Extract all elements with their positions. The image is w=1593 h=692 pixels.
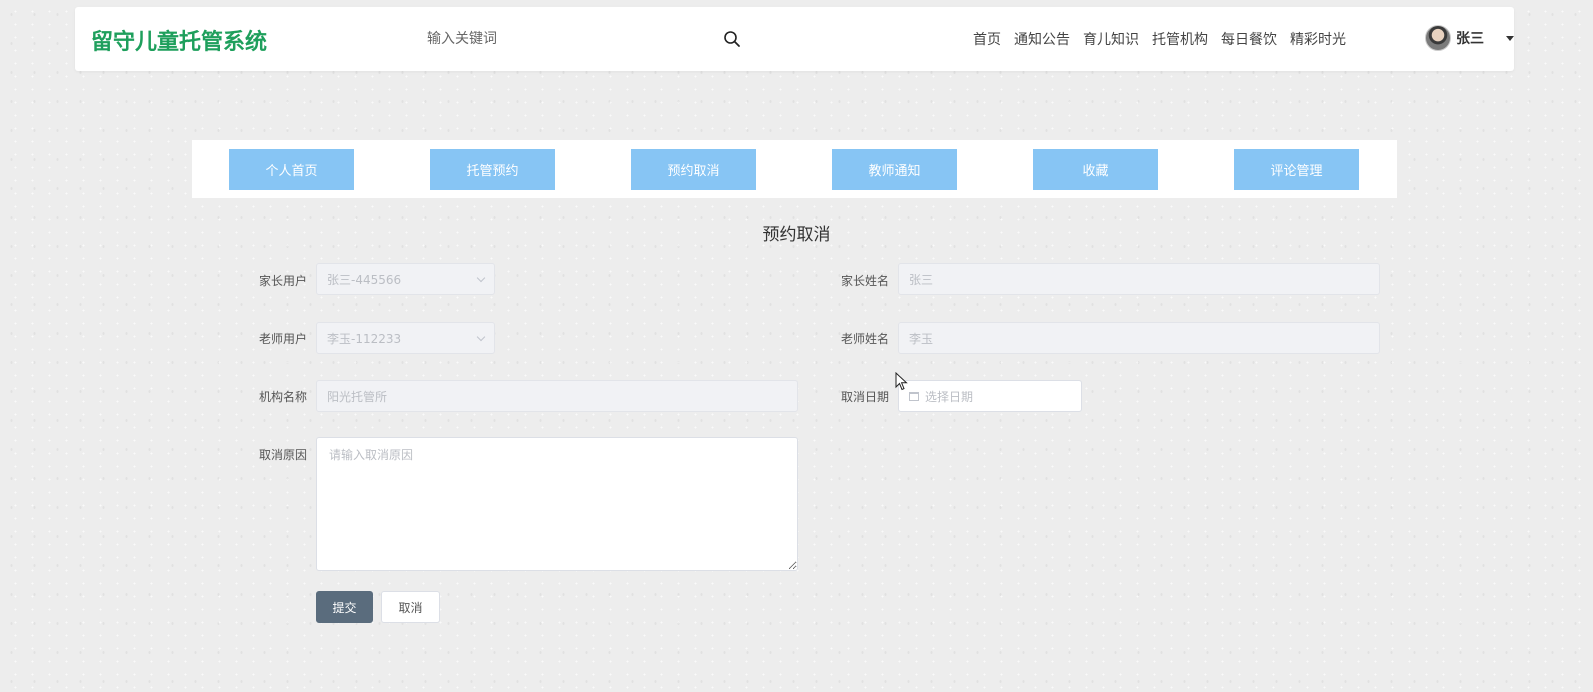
nav-moments[interactable]: 精彩时光 xyxy=(1290,29,1346,49)
tab-booking-cancel[interactable]: 预约取消 xyxy=(631,149,756,190)
search-icon[interactable] xyxy=(723,30,741,48)
user-center-tabs: 个人首页 托管预约 预约取消 教师通知 收藏 评论管理 xyxy=(192,140,1397,198)
tab-teacher-notice[interactable]: 教师通知 xyxy=(832,149,957,190)
teacher-user-value: 李玉-112233 xyxy=(327,331,402,346)
nav-institutions[interactable]: 托管机构 xyxy=(1152,29,1208,49)
cancel-date-label: 取消日期 xyxy=(841,390,890,404)
parent-user-value: 张三-445566 xyxy=(327,272,402,287)
site-logo[interactable]: 留守儿童托管系统 xyxy=(91,24,267,56)
nav-home[interactable]: 首页 xyxy=(973,29,1001,49)
cancel-reason-textarea[interactable] xyxy=(316,437,798,571)
org-label: 机构名称 xyxy=(259,390,308,404)
chevron-down-icon xyxy=(476,332,486,342)
cancel-date-picker[interactable]: 选择日期 xyxy=(898,380,1082,412)
teacher-name-field[interactable]: 李玉 xyxy=(898,322,1380,354)
tab-comments[interactable]: 评论管理 xyxy=(1234,149,1359,190)
parent-user-select[interactable]: 张三-445566 xyxy=(316,263,495,295)
avatar[interactable] xyxy=(1425,25,1451,51)
org-name-field[interactable]: 阳光托管所 xyxy=(316,380,798,412)
top-header: 留守儿童托管系统 首页 通知公告 育儿知识 托管机构 每日餐饮 精彩时光 张三 xyxy=(75,7,1514,71)
mouse-cursor-icon xyxy=(895,372,908,391)
parent-name-value: 张三 xyxy=(909,272,934,287)
teacher-name-value: 李玉 xyxy=(909,331,934,346)
parent-name-field[interactable]: 张三 xyxy=(898,263,1380,295)
nav-parenting[interactable]: 育儿知识 xyxy=(1083,29,1139,49)
cancel-date-placeholder: 选择日期 xyxy=(925,389,974,404)
org-name-value: 阳光托管所 xyxy=(327,389,388,404)
user-name[interactable]: 张三 xyxy=(1456,28,1484,48)
chevron-down-icon xyxy=(476,273,486,283)
main-nav: 首页 通知公告 育儿知识 托管机构 每日餐饮 精彩时光 xyxy=(973,29,1359,49)
nav-notices[interactable]: 通知公告 xyxy=(1014,29,1070,49)
tab-personal-home[interactable]: 个人首页 xyxy=(229,149,354,190)
reason-label: 取消原因 xyxy=(259,448,308,462)
teacher-name-label: 老师姓名 xyxy=(841,332,890,346)
user-menu[interactable]: 张三 xyxy=(1425,25,1514,51)
cancel-button[interactable]: 取消 xyxy=(381,591,440,623)
submit-button[interactable]: 提交 xyxy=(316,591,373,623)
teacher-user-select[interactable]: 李玉-112233 xyxy=(316,322,495,354)
calendar-icon xyxy=(909,391,919,401)
tab-favorites[interactable]: 收藏 xyxy=(1033,149,1158,190)
tab-booking[interactable]: 托管预约 xyxy=(430,149,555,190)
parent-user-label: 家长用户 xyxy=(259,274,308,288)
teacher-user-label: 老师用户 xyxy=(259,332,308,346)
search-box xyxy=(427,23,740,55)
parent-name-label: 家长姓名 xyxy=(841,274,890,288)
nav-meals[interactable]: 每日餐饮 xyxy=(1221,29,1277,49)
search-input[interactable] xyxy=(427,23,609,55)
caret-down-icon[interactable] xyxy=(1506,35,1514,41)
page-title: 预约取消 xyxy=(762,225,831,245)
